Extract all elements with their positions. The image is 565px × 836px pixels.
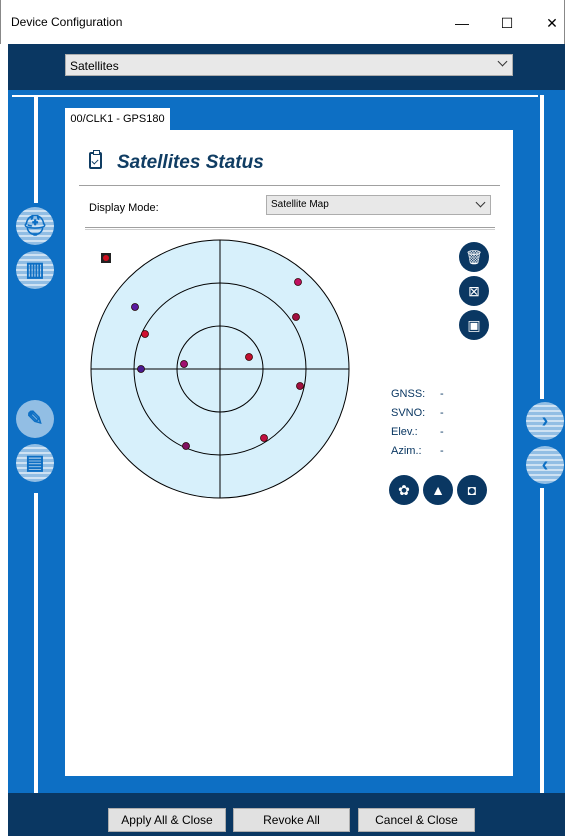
clipboard-icon: ▤ xyxy=(25,452,45,474)
save-button[interactable]: ▣ xyxy=(459,310,489,340)
rail-top xyxy=(12,95,538,97)
elev-value: - xyxy=(440,426,444,438)
display-mode-label: Display Mode: xyxy=(89,202,159,214)
helmet-icon: ⛑ xyxy=(22,215,48,237)
save-icon: ▣ xyxy=(467,317,481,333)
azim-value: - xyxy=(440,445,444,457)
window-title: Device Configuration xyxy=(11,15,123,29)
rail-right-bottom xyxy=(540,488,544,793)
palette-icon: ✿ xyxy=(398,482,410,498)
rail-left-top xyxy=(34,95,38,203)
close-button[interactable]: ✕ xyxy=(537,10,565,36)
azim-label: Azim.: xyxy=(391,445,422,457)
satellites-panel: Satellites Status Display Mode: Satellit… xyxy=(65,130,513,776)
next-icon: › xyxy=(541,410,549,432)
footer-bar: Apply All & Close Revoke All Cancel & Cl… xyxy=(8,793,565,836)
satellite-point[interactable] xyxy=(182,442,190,450)
report-button[interactable]: ▥ xyxy=(16,251,54,289)
wrench-button[interactable]: ✎ xyxy=(16,400,54,438)
wrench-icon: ✎ xyxy=(26,408,44,430)
top-bar: Satellites xyxy=(8,44,565,90)
rail-right-top xyxy=(540,95,544,399)
display-mode-select[interactable]: Satellite Map xyxy=(266,195,491,215)
svno-value: - xyxy=(440,407,444,419)
satellite-point[interactable] xyxy=(292,313,300,321)
divider xyxy=(85,227,495,228)
satellite-point[interactable] xyxy=(141,330,149,338)
palette-button[interactable]: ✿ xyxy=(389,475,419,505)
report-icon: ▥ xyxy=(25,259,45,281)
satellite-point[interactable] xyxy=(180,360,188,368)
fit-icon: ⊠ xyxy=(468,283,480,299)
chevron-down-icon xyxy=(497,56,508,67)
divider xyxy=(85,229,495,230)
clipboard-button[interactable]: ▤ xyxy=(16,444,54,482)
satellite-point[interactable] xyxy=(296,382,304,390)
display-mode-value: Satellite Map xyxy=(271,199,329,210)
tab-device[interactable]: 00/CLK1 - GPS180 xyxy=(65,108,170,130)
terrain-icon: ▲ xyxy=(431,482,445,498)
apply-all-close-button[interactable]: Apply All & Close xyxy=(108,808,226,832)
next-button[interactable]: › xyxy=(526,402,564,440)
satellite-map[interactable] xyxy=(89,238,351,500)
satellite-point[interactable] xyxy=(137,365,145,373)
satellite-point[interactable] xyxy=(245,353,253,361)
page-select-value: Satellites xyxy=(70,59,119,73)
satellite-point[interactable] xyxy=(294,278,302,286)
page-select[interactable]: Satellites xyxy=(65,54,513,76)
satellite-point[interactable] xyxy=(260,434,268,442)
minimize-button[interactable]: — xyxy=(447,10,477,36)
title-bar: Device Configuration — ☐ ✕ xyxy=(0,0,565,44)
rail-left-bottom xyxy=(34,493,38,793)
satellite-point[interactable] xyxy=(131,303,139,311)
delete-icon: 🗑 xyxy=(465,249,483,265)
back-button[interactable]: ‹ xyxy=(526,446,564,484)
stop-button[interactable]: ◘ xyxy=(457,475,487,505)
svno-label: SVNO: xyxy=(391,407,426,419)
back-icon: ‹ xyxy=(541,454,549,476)
fit-button[interactable]: ⊠ xyxy=(459,276,489,306)
gnss-value: - xyxy=(440,388,444,400)
gnss-label: GNSS: xyxy=(391,388,426,400)
maximize-button[interactable]: ☐ xyxy=(492,10,522,36)
delete-button[interactable]: 🗑 xyxy=(459,242,489,272)
divider xyxy=(79,185,500,186)
cancel-close-button[interactable]: Cancel & Close xyxy=(358,808,475,832)
chevron-down-icon xyxy=(475,197,486,208)
clipboard-check-icon xyxy=(89,150,102,169)
terrain-button[interactable]: ▲ xyxy=(423,475,453,505)
revoke-all-button[interactable]: Revoke All xyxy=(233,808,350,832)
page-title: Satellites Status xyxy=(117,152,264,173)
stop-icon: ◘ xyxy=(467,482,477,498)
elev-label: Elev.: xyxy=(391,426,418,438)
helmet-button[interactable]: ⛑ xyxy=(16,207,54,245)
